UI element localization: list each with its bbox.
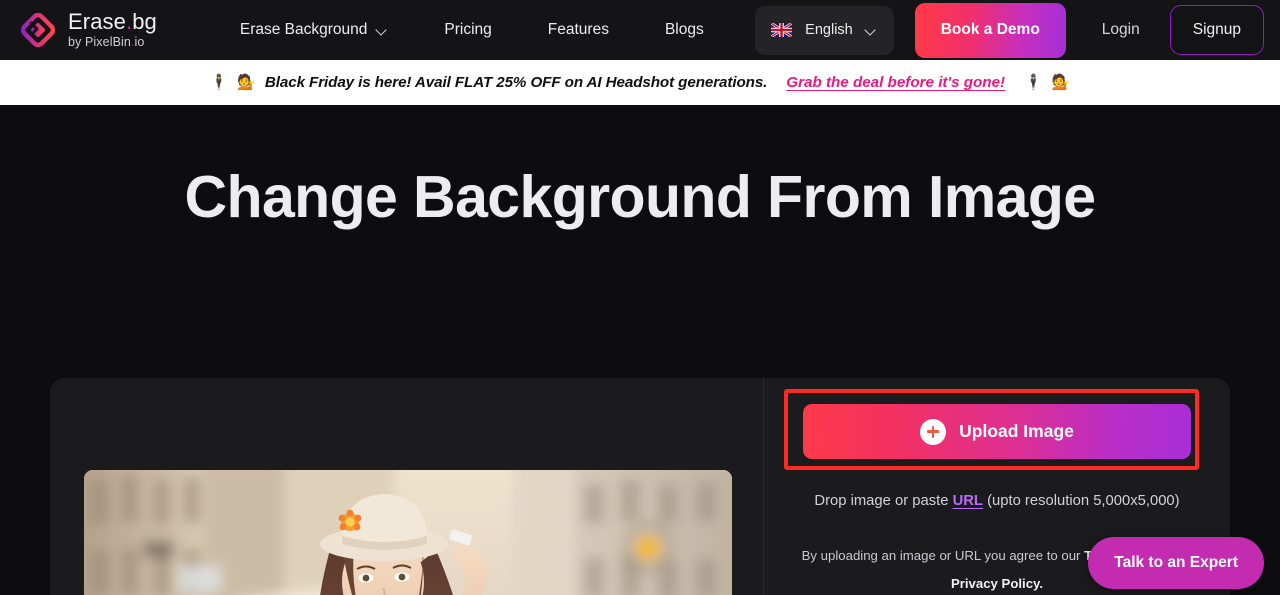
page-title: Change Background From Image xyxy=(184,164,1097,230)
person-in-suit-emoji-icon: 🕴 xyxy=(209,74,229,91)
tool-panel: Upload Image Drop image or paste URL (up… xyxy=(50,378,1230,595)
drop-hint-before: Drop image or paste xyxy=(814,493,953,509)
person-tipping-hand-emoji-icon: 💁 xyxy=(237,74,256,91)
brand-logo[interactable]: Erase.bg by PixelBin.io xyxy=(18,10,157,50)
upload-button-label: Upload Image xyxy=(959,421,1074,441)
chevron-down-icon xyxy=(377,25,388,36)
nav-label: Blogs xyxy=(664,21,704,38)
person-in-suit-emoji-icon: 🕴 xyxy=(1024,74,1043,91)
brand-name-main: Erase xyxy=(68,9,126,35)
brand-name: Erase.bg xyxy=(68,11,157,33)
promo-message: Black Friday is here! Avail FLAT 25% OFF… xyxy=(264,74,768,91)
promo-cta-link[interactable]: Grab the deal before it's gone! xyxy=(786,74,1005,91)
nav-item-pricing[interactable]: Pricing xyxy=(416,21,519,39)
upload-button-wrapper: Upload Image xyxy=(784,389,1199,470)
site-header: Erase.bg by PixelBin.io Erase Background… xyxy=(0,0,1280,60)
promo-banner: 🕴 💁 Black Friday is here! Avail FLAT 25%… xyxy=(0,60,1280,105)
brand-name-ext: bg xyxy=(132,9,157,35)
nav-label: Features xyxy=(547,21,609,38)
preview-pane xyxy=(50,378,763,595)
hero-section: Change Background From Image Upload Imag… xyxy=(0,105,1280,595)
brand-wordmark: Erase.bg by PixelBin.io xyxy=(68,11,157,49)
talk-to-an-expert-button[interactable]: Talk to an Expert xyxy=(1088,537,1264,589)
nav-item-erase-background[interactable]: Erase Background xyxy=(212,21,417,39)
nav-item-features[interactable]: Features xyxy=(520,21,637,39)
book-a-demo-button[interactable]: Book a Demo xyxy=(914,2,1066,58)
paste-url-link[interactable]: URL xyxy=(953,493,983,509)
drop-hint: Drop image or paste URL (upto resolution… xyxy=(798,487,1196,516)
plus-icon xyxy=(920,418,947,445)
language-label: English xyxy=(805,22,853,38)
login-link[interactable]: Login xyxy=(1088,21,1154,39)
uk-flag-icon xyxy=(771,23,793,37)
chevron-down-icon xyxy=(866,25,877,36)
main-nav: Erase Background Pricing Features Blogs xyxy=(212,21,732,39)
header-actions: English Book a Demo Login Signup xyxy=(755,2,1264,58)
person-tipping-hand-emoji-icon: 💁 xyxy=(1051,74,1071,91)
terms-lead: By uploading an image or URL you agree t… xyxy=(801,548,1085,564)
erasebg-diamond-logo-icon xyxy=(18,10,58,50)
signup-button[interactable]: Signup xyxy=(1169,5,1264,55)
brand-subtitle: by PixelBin.io xyxy=(68,36,157,49)
nav-label: Erase Background xyxy=(239,21,368,38)
drop-hint-after: (upto resolution 5,000x5,000) xyxy=(982,493,1180,509)
privacy-policy-link[interactable]: Privacy Policy. xyxy=(951,576,1043,591)
nav-item-blogs[interactable]: Blogs xyxy=(637,21,732,39)
upload-image-button[interactable]: Upload Image xyxy=(803,404,1191,459)
language-selector[interactable]: English xyxy=(755,5,894,55)
nav-label: Pricing xyxy=(444,21,492,38)
preview-image xyxy=(84,470,732,595)
brand-sub-prefix: by PixelBin xyxy=(68,35,131,50)
brand-sub-ext: io xyxy=(134,35,145,50)
